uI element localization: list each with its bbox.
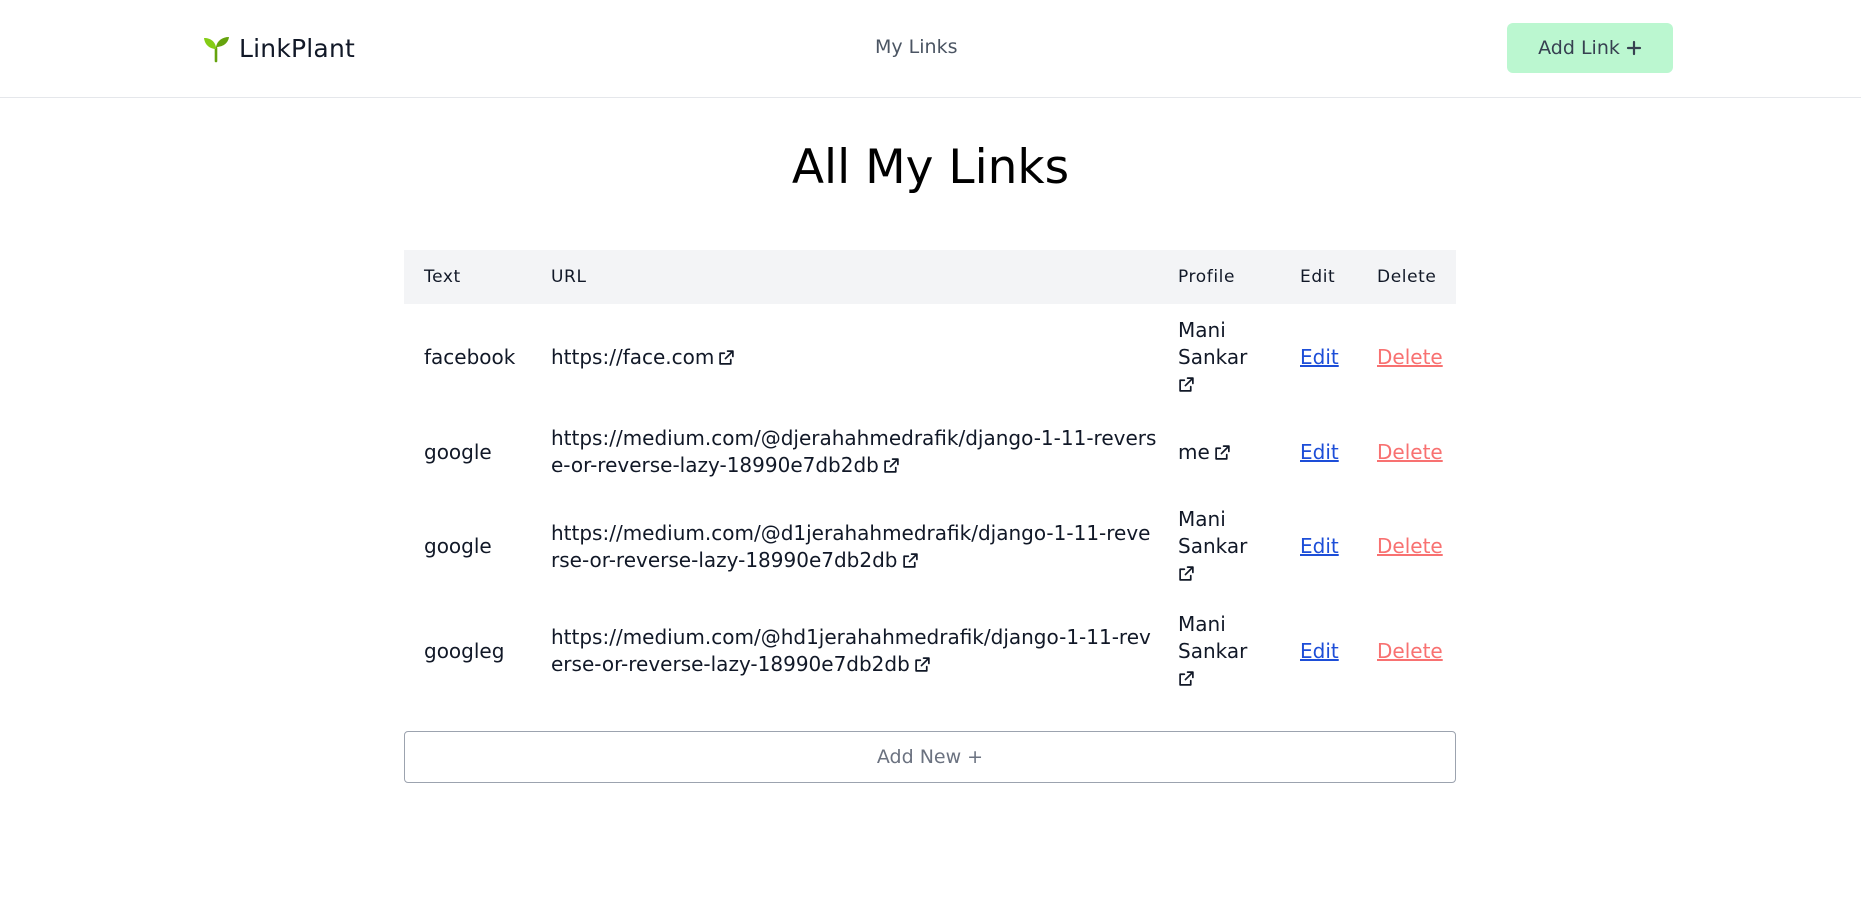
profile-cell: Mani Sankar bbox=[1158, 304, 1280, 411]
table-row: googleg https://medium.com/@hd1jerahahme… bbox=[404, 600, 1456, 702]
link-url[interactable]: https://medium.com/@djerahahmedrafik/dja… bbox=[551, 426, 1156, 477]
link-url-cell: https://medium.com/@djerahahmedrafik/dja… bbox=[531, 411, 1158, 493]
profile-cell: me bbox=[1158, 411, 1280, 493]
external-link-icon[interactable] bbox=[883, 457, 900, 474]
table-row: google https://medium.com/@d1jerahahmedr… bbox=[404, 493, 1456, 600]
external-link-icon[interactable] bbox=[914, 656, 931, 673]
link-text-cell: google bbox=[424, 534, 492, 558]
profile-cell: Mani Sankar bbox=[1158, 493, 1280, 600]
page-title: All My Links bbox=[791, 140, 1070, 195]
external-link-icon[interactable] bbox=[1178, 670, 1195, 687]
link-text-cell: facebook bbox=[424, 345, 516, 369]
column-header-profile: Profile bbox=[1178, 267, 1236, 287]
external-link-icon[interactable] bbox=[1214, 444, 1231, 461]
link-text-cell: google bbox=[424, 439, 492, 464]
external-link-icon[interactable] bbox=[902, 552, 919, 569]
table-header-row: Text URL Profile Edit Delete bbox=[404, 250, 1456, 304]
edit-cell: Edit bbox=[1280, 493, 1357, 600]
edit-link[interactable]: Edit bbox=[1300, 440, 1339, 464]
add-new-button[interactable]: Add New + bbox=[404, 731, 1456, 783]
edit-cell: Edit bbox=[1280, 411, 1357, 493]
top-navbar: LinkPlant My Links Add Link bbox=[0, 0, 1861, 98]
nav-my-links[interactable]: My Links bbox=[875, 36, 958, 58]
brand-logo-link[interactable]: LinkPlant bbox=[201, 30, 355, 66]
profile-name[interactable]: Mani Sankar bbox=[1178, 507, 1247, 558]
sprout-icon bbox=[204, 37, 229, 63]
add-link-button[interactable]: Add Link bbox=[1507, 23, 1673, 73]
delete-cell: Delete bbox=[1357, 493, 1456, 600]
profile-name[interactable]: me bbox=[1178, 440, 1210, 464]
brand-name: LinkPlant bbox=[239, 33, 355, 63]
link-url-cell: https://medium.com/@hd1jerahahmedrafik/d… bbox=[531, 600, 1158, 702]
external-link-icon[interactable] bbox=[1178, 376, 1195, 393]
link-url-cell: https://medium.com/@d1jerahahmedrafik/dj… bbox=[531, 493, 1158, 600]
delete-cell: Delete bbox=[1357, 600, 1456, 702]
table-row: facebook https://face.com Mani Sankar Ed… bbox=[404, 304, 1456, 411]
edit-link[interactable]: Edit bbox=[1300, 345, 1339, 369]
delete-link[interactable]: Delete bbox=[1377, 534, 1443, 558]
link-url[interactable]: https://medium.com/@hd1jerahahmedrafik/d… bbox=[551, 625, 1151, 676]
edit-cell: Edit bbox=[1280, 304, 1357, 411]
delete-link[interactable]: Delete bbox=[1377, 639, 1443, 663]
link-url-cell: https://face.com bbox=[531, 304, 1158, 411]
plus-icon bbox=[1626, 40, 1641, 56]
edit-cell: Edit bbox=[1280, 600, 1357, 702]
link-url[interactable]: https://face.com bbox=[551, 345, 714, 369]
add-link-label: Add Link bbox=[1538, 37, 1620, 59]
delete-link[interactable]: Delete bbox=[1377, 440, 1443, 464]
column-header-url: URL bbox=[551, 267, 587, 287]
links-table: Text URL Profile Edit Delete facebook ht… bbox=[404, 250, 1456, 702]
profile-name[interactable]: Mani Sankar bbox=[1178, 612, 1247, 663]
column-header-delete: Delete bbox=[1377, 267, 1437, 287]
delete-cell: Delete bbox=[1357, 411, 1456, 493]
profile-name[interactable]: Mani Sankar bbox=[1178, 318, 1247, 369]
external-link-icon[interactable] bbox=[718, 349, 735, 366]
external-link-icon[interactable] bbox=[1178, 565, 1195, 582]
table-row: google https://medium.com/@djerahahmedra… bbox=[404, 411, 1456, 493]
edit-link[interactable]: Edit bbox=[1300, 639, 1339, 663]
profile-cell: Mani Sankar bbox=[1158, 600, 1280, 702]
delete-cell: Delete bbox=[1357, 304, 1456, 411]
link-url[interactable]: https://medium.com/@d1jerahahmedrafik/dj… bbox=[551, 521, 1150, 572]
link-text-cell: googleg bbox=[424, 638, 505, 663]
column-header-text: Text bbox=[424, 267, 461, 287]
column-header-edit: Edit bbox=[1300, 267, 1336, 287]
edit-link[interactable]: Edit bbox=[1300, 534, 1339, 558]
delete-link[interactable]: Delete bbox=[1377, 345, 1443, 369]
